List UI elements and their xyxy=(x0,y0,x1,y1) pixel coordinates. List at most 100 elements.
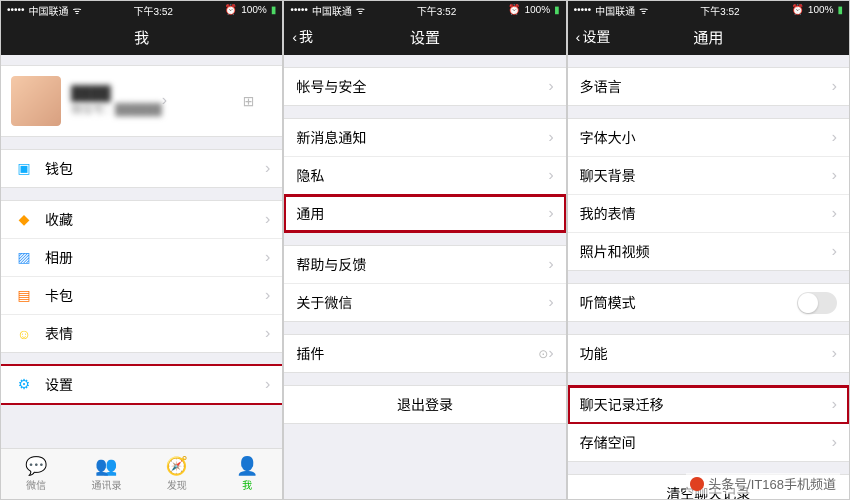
help-row[interactable]: 帮助与反馈› xyxy=(284,246,565,284)
clock-icon: ⊙ xyxy=(538,347,548,361)
tab-bar: 💬微信 👥通讯录 🧭发现 👤我 xyxy=(1,448,282,499)
battery-icon: ▮ xyxy=(837,5,843,16)
nav-bar: ‹我 设置 xyxy=(284,19,565,55)
cards-icon: ▤ xyxy=(13,285,35,307)
chevron-icon: › xyxy=(832,129,837,147)
fontsize-row[interactable]: 字体大小› xyxy=(568,119,849,157)
chevron-icon: › xyxy=(548,294,553,312)
chevron-icon: › xyxy=(265,160,270,178)
wallet-row[interactable]: ▣ 钱包 › xyxy=(1,150,282,187)
language-row[interactable]: 多语言› xyxy=(568,68,849,105)
favorites-icon: ◆ xyxy=(13,209,35,231)
chevron-icon: › xyxy=(265,249,270,267)
chevron-icon: › xyxy=(548,167,553,185)
avatar xyxy=(11,76,61,126)
general-row[interactable]: 通用› xyxy=(284,195,565,232)
watermark-icon xyxy=(690,477,704,491)
profile-name: ████ xyxy=(71,85,162,101)
account-row[interactable]: 帐号与安全› xyxy=(284,68,565,105)
tab-contacts[interactable]: 👥通讯录 xyxy=(71,449,141,499)
chevron-icon: › xyxy=(832,243,837,261)
chatbg-row[interactable]: 聊天背景› xyxy=(568,157,849,195)
features-row[interactable]: 功能› xyxy=(568,335,849,372)
page-title: 我 xyxy=(134,27,149,48)
chevron-icon: › xyxy=(265,325,270,343)
wallet-label: 钱包 xyxy=(45,159,265,179)
chevron-icon: › xyxy=(832,396,837,414)
contacts-icon: 👥 xyxy=(95,457,117,475)
watermark: 头条号/IT168手机频道 xyxy=(686,473,840,494)
settings-label: 设置 xyxy=(45,375,265,395)
logout-button[interactable]: 退出登录 xyxy=(284,386,565,423)
battery-icon: ▮ xyxy=(554,5,560,16)
page-title: 设置 xyxy=(410,27,440,48)
nav-bar: 我 xyxy=(1,19,282,55)
signal-icon: ••••• xyxy=(7,5,25,16)
chevron-icon: › xyxy=(548,205,553,223)
chevron-icon: › xyxy=(832,345,837,363)
chevron-icon: › xyxy=(265,287,270,305)
status-bar: ••••• 中国联通 ᯤ 下午3:52 ⏰ 100% ▮ xyxy=(1,1,282,19)
tab-me[interactable]: 👤我 xyxy=(212,449,282,499)
album-row[interactable]: ▨ 相册 › xyxy=(1,239,282,277)
status-bar: •••••中国联通ᯤ 下午3:52 ⏰100%▮ xyxy=(568,1,849,19)
stickers-row[interactable]: ☺ 表情 › xyxy=(1,315,282,352)
chevron-icon: › xyxy=(548,256,553,274)
chevron-icon: › xyxy=(548,78,553,96)
favorites-row[interactable]: ◆ 收藏 › xyxy=(1,201,282,239)
chat-icon: 💬 xyxy=(25,457,47,475)
alarm-icon: ⏰ xyxy=(791,5,803,16)
tab-wechat[interactable]: 💬微信 xyxy=(1,449,71,499)
chevron-icon: › xyxy=(832,78,837,96)
discover-icon: 🧭 xyxy=(166,457,188,475)
wifi-icon: ᯤ xyxy=(356,3,365,17)
alarm-icon: ⏰ xyxy=(508,5,520,16)
wallet-icon: ▣ xyxy=(13,158,35,180)
earphone-row[interactable]: 听筒模式 xyxy=(568,284,849,321)
back-button[interactable]: ‹设置 xyxy=(576,27,611,47)
battery-icon: ▮ xyxy=(271,5,277,16)
alarm-icon: ⏰ xyxy=(225,5,237,16)
favorites-label: 收藏 xyxy=(45,210,265,230)
chevron-left-icon: ‹ xyxy=(576,29,581,45)
carrier-label: 中国联通 xyxy=(29,3,69,18)
cards-row[interactable]: ▤ 卡包 › xyxy=(1,277,282,315)
profile-row[interactable]: ████ 微信号：██████ ⊞ › xyxy=(1,65,282,137)
gear-icon: ⚙ xyxy=(13,374,35,396)
album-label: 相册 xyxy=(45,248,265,268)
settings-row[interactable]: ⚙ 设置 › xyxy=(1,366,282,403)
battery-label: 100% xyxy=(241,5,267,16)
migrate-row[interactable]: 聊天记录迁移› xyxy=(568,386,849,424)
chevron-icon: › xyxy=(548,345,553,363)
back-button[interactable]: ‹我 xyxy=(292,27,313,47)
tab-discover[interactable]: 🧭发现 xyxy=(142,449,212,499)
about-row[interactable]: 关于微信› xyxy=(284,284,565,321)
chevron-icon: › xyxy=(162,92,167,110)
time-label: 下午3:52 xyxy=(133,3,172,18)
chevron-icon: › xyxy=(548,129,553,147)
chevron-icon: › xyxy=(265,376,270,394)
signal-icon: ••••• xyxy=(574,5,592,16)
signal-icon: ••••• xyxy=(290,5,308,16)
chevron-icon: › xyxy=(832,434,837,452)
album-icon: ▨ xyxy=(13,247,35,269)
screen-general: •••••中国联通ᯤ 下午3:52 ⏰100%▮ ‹设置 通用 多语言› 字体大… xyxy=(567,0,850,500)
wifi-icon: ᯤ xyxy=(639,3,648,17)
plugin-row[interactable]: 插件⊙› xyxy=(284,335,565,372)
status-bar: •••••中国联通ᯤ 下午3:52 ⏰100%▮ xyxy=(284,1,565,19)
nav-bar: ‹设置 通用 xyxy=(568,19,849,55)
page-title: 通用 xyxy=(693,27,723,48)
wifi-icon: ᯤ xyxy=(73,3,82,17)
storage-row[interactable]: 存储空间› xyxy=(568,424,849,461)
chevron-left-icon: ‹ xyxy=(292,29,297,45)
stickers-icon: ☺ xyxy=(13,323,35,345)
mystickers-row[interactable]: 我的表情› xyxy=(568,195,849,233)
notify-row[interactable]: 新消息通知› xyxy=(284,119,565,157)
media-row[interactable]: 照片和视频› xyxy=(568,233,849,270)
chevron-icon: › xyxy=(832,205,837,223)
earphone-switch[interactable] xyxy=(797,292,837,314)
screen-me: ••••• 中国联通 ᯤ 下午3:52 ⏰ 100% ▮ 我 ████ 微信号：… xyxy=(0,0,283,500)
me-icon: 👤 xyxy=(236,457,258,475)
privacy-row[interactable]: 隐私› xyxy=(284,157,565,195)
chevron-icon: › xyxy=(265,211,270,229)
